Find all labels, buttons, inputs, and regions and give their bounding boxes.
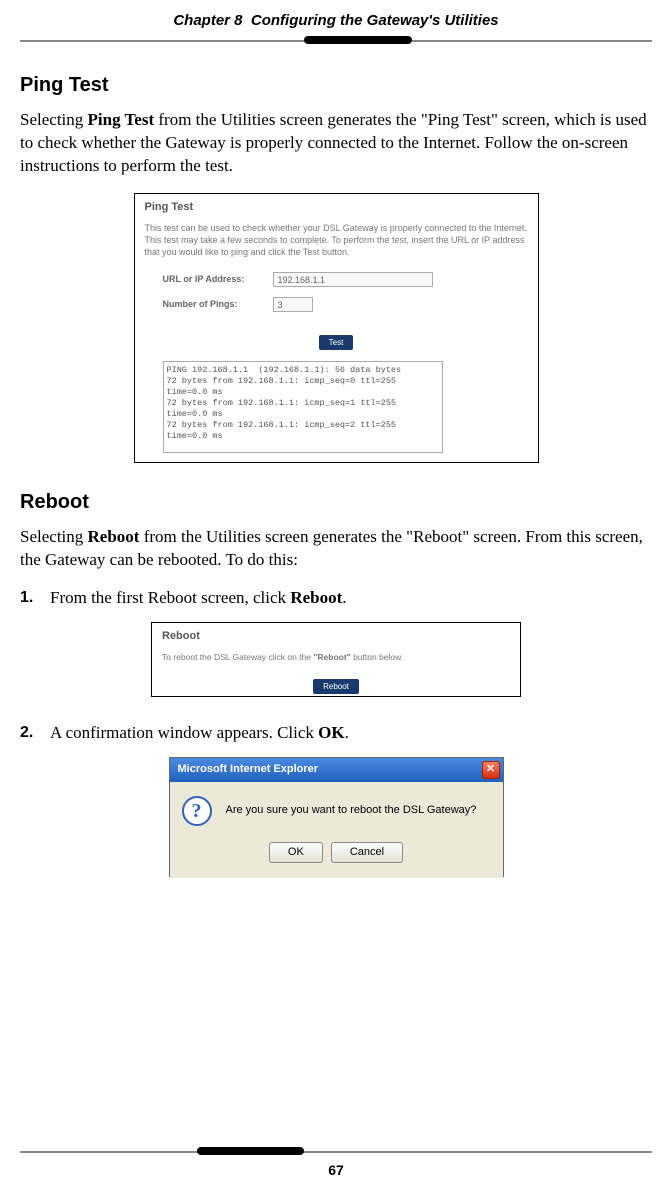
dialog-message: Are you sure you want to reboot the DSL … [226,803,477,818]
step-2: 2. A confirmation window appears. Click … [20,722,652,745]
dialog-buttons: OK Cancel [182,840,491,863]
page-number: 67 [20,1161,652,1181]
chapter-label: Chapter 8 [173,12,242,29]
chapter-title: Configuring the Gateway's Utilities [251,12,499,29]
section-heading-reboot: Reboot [20,488,652,516]
footer-divider [20,1147,652,1157]
dialog-titlebar: Microsoft Internet Explorer ✕ [170,758,503,782]
step-1-number: 1. [20,587,50,610]
section-heading-ping-test: Ping Test [20,71,652,99]
cancel-button[interactable]: Cancel [331,842,403,863]
fig-ping-title: Ping Test [145,200,528,215]
step-1-text: From the first Reboot screen, click Rebo… [50,587,347,610]
fig-url-label: URL or IP Address: [163,273,273,286]
header-divider [20,36,652,46]
ping-test-screenshot: Ping Test This test can be used to check… [134,193,539,463]
dialog-content: ? Are you sure you want to reboot the DS… [182,796,491,826]
page-footer: 67 [20,1147,652,1181]
fig-ping-output: PING 192.168.1.1 (192.168.1.1): 56 data … [163,361,443,453]
question-icon: ? [182,796,212,826]
fig-reboot-title: Reboot [162,629,510,644]
fig-reboot-text: To reboot the DSL Gateway click on the "… [162,652,510,664]
close-icon[interactable]: ✕ [482,761,500,779]
fig-url-input[interactable] [273,272,433,287]
fig-test-button-row: Test [145,330,528,352]
confirmation-dialog-screenshot: Microsoft Internet Explorer ✕ ? Are you … [169,757,504,877]
fig-reboot-button-row: Reboot [162,674,510,696]
step-1: 1. From the first Reboot screen, click R… [20,587,652,610]
ping-test-paragraph: Selecting Ping Test from the Utilities s… [20,109,652,178]
step-2-text: A confirmation window appears. Click OK. [50,722,349,745]
fig-url-row: URL or IP Address: [163,272,528,287]
step-2-number: 2. [20,722,50,745]
fig-pings-label: Number of Pings: [163,298,273,311]
chapter-header: Chapter 8 Configuring the Gateway's Util… [20,0,652,36]
reboot-screenshot: Reboot To reboot the DSL Gateway click o… [151,622,521,697]
fig-pings-row: Number of Pings: [163,297,528,312]
reboot-paragraph: Selecting Reboot from the Utilities scre… [20,526,652,572]
ok-button[interactable]: OK [269,842,323,863]
dialog-title: Microsoft Internet Explorer [178,762,319,777]
fig-test-button[interactable]: Test [319,335,354,350]
dialog-body: ? Are you sure you want to reboot the DS… [170,782,503,878]
fig-pings-input[interactable] [273,297,313,312]
fig-ping-description: This test can be used to check whether y… [145,223,528,258]
fig-reboot-button[interactable]: Reboot [313,679,359,694]
